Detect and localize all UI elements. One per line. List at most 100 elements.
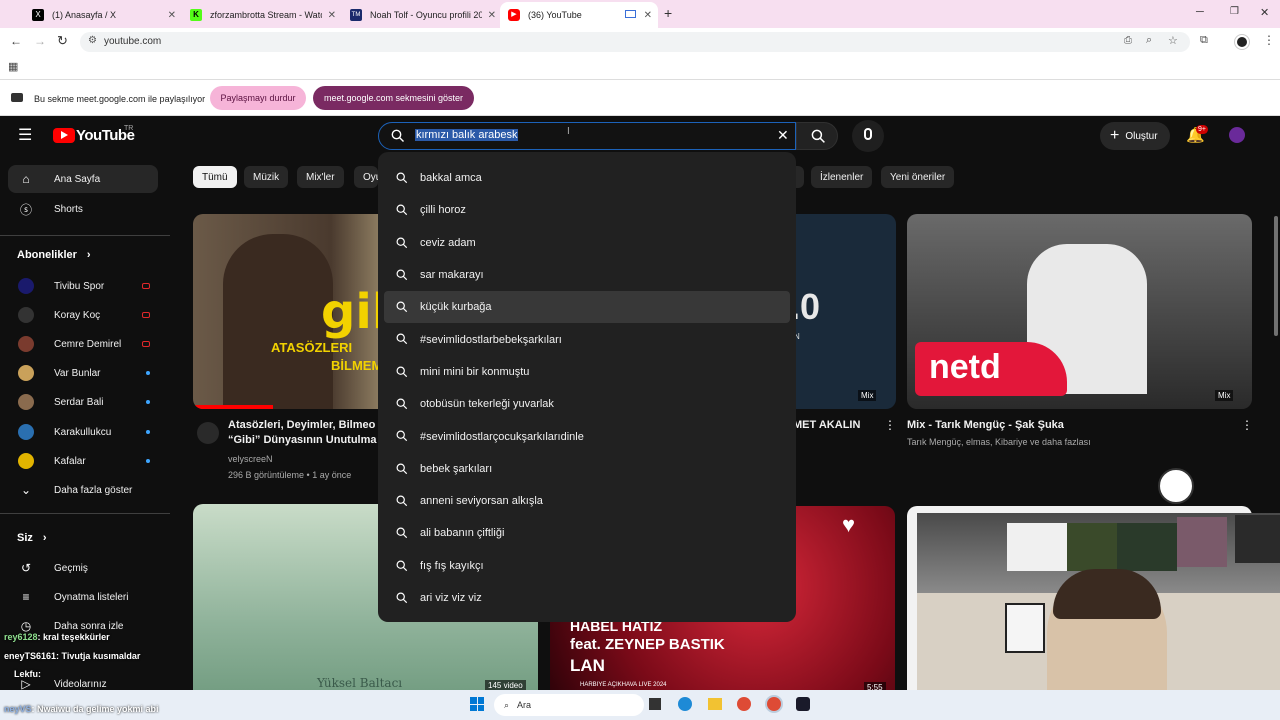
show-meet-tab-button[interactable]: meet.google.com sekmesini göster	[313, 86, 474, 110]
bookmark-star-icon[interactable]: ☆	[1168, 34, 1178, 47]
chip-music[interactable]: Müzik	[244, 166, 289, 188]
video-thumbnail[interactable]: .0 N Mix	[780, 214, 896, 409]
search-suggestion[interactable]: ali babanın çiftliği	[378, 517, 796, 549]
close-window-icon[interactable]: ✕	[1260, 6, 1269, 19]
site-info-icon[interactable]: ⚙	[88, 35, 97, 46]
channel-avatar[interactable]	[197, 422, 219, 444]
sidebar-item-subscription[interactable]: Tivibu Spor	[8, 272, 158, 300]
search-suggestion[interactable]: mini mini bir konmuştu	[378, 356, 796, 388]
browser-tab-youtube[interactable]: ▶ (36) YouTube ✕	[500, 2, 658, 28]
video-title[interactable]: MET AKALIN	[793, 418, 860, 433]
sidebar-item-subscription[interactable]: Var Bunlar	[8, 359, 158, 387]
search-suggestion[interactable]: sar makarayı	[378, 259, 796, 291]
search-button[interactable]	[796, 122, 838, 150]
voice-search-button[interactable]	[852, 120, 884, 152]
sidebar-item-label: Geçmiş	[54, 562, 88, 574]
transfermarkt-logo-icon: TM	[350, 9, 362, 21]
address-bar[interactable]: ⚙ youtube.com ⎙ ⌕ ☆	[80, 32, 1190, 52]
chip-gaming[interactable]: Oyu	[354, 166, 378, 188]
sidebar-item-home[interactable]: ⌂ Ana Sayfa	[8, 165, 158, 193]
search-suggestion[interactable]: çilli horoz	[378, 194, 796, 226]
suggestion-text: ali babanın çiftliği	[420, 527, 505, 540]
account-avatar[interactable]	[1229, 127, 1245, 143]
video-title[interactable]: Atasözleri, Deyimler, Bilmeo “Gibi” Düny…	[228, 418, 378, 448]
edge-icon[interactable]	[678, 697, 692, 711]
profile-avatar[interactable]	[1235, 35, 1249, 49]
guide-menu-icon[interactable]: ☰	[18, 125, 32, 145]
video-title[interactable]: Mix - Tarık Mengüç - Şak Şuka	[907, 418, 1064, 433]
close-tab-icon[interactable]: ✕	[644, 10, 652, 21]
zoom-icon[interactable]: ⌕	[1146, 34, 1152, 47]
close-tab-icon[interactable]: ✕	[488, 10, 496, 21]
clear-search-icon[interactable]: ✕	[777, 127, 789, 144]
search-suggestion[interactable]: küçük kurbağa	[384, 291, 790, 324]
chip-mixes[interactable]: Mix'ler	[297, 166, 344, 188]
search-suggestion[interactable]: anneni seviyorsan alkışla	[378, 485, 796, 517]
close-tab-icon[interactable]: ✕	[168, 10, 176, 21]
restore-icon[interactable]: ❐	[1230, 6, 1239, 17]
notification-badge: 9+	[1196, 125, 1208, 134]
search-suggestion[interactable]: otobüsün tekerleği yuvarlak	[378, 388, 796, 420]
page-scrollbar[interactable]	[1274, 216, 1278, 336]
youtube-logo-icon[interactable]	[53, 128, 75, 143]
search-suggestion[interactable]: bebek şarkıları	[378, 453, 796, 485]
new-tab-button[interactable]: +	[664, 5, 672, 21]
create-button[interactable]: + Oluştur	[1100, 122, 1170, 150]
stop-sharing-button[interactable]: Paylaşmayı durdur	[210, 86, 306, 110]
more-options-icon[interactable]: ⋮	[884, 418, 896, 432]
close-tab-icon[interactable]: ✕	[328, 10, 336, 21]
you-section-header[interactable]: Siz ›	[17, 532, 47, 544]
sidebar-item-shorts[interactable]: ⓢ Shorts	[8, 195, 158, 223]
sidebar-item-subscription[interactable]: Serdar Bali	[8, 388, 158, 416]
more-options-icon[interactable]: ⋮	[1241, 418, 1253, 432]
sidebar-item-subscription[interactable]: Koray Koç	[8, 301, 158, 329]
apps-grid-icon[interactable]: ▦	[8, 60, 18, 73]
suggestion-list: bakkal amca çilli horoz ceviz adam sar maka…	[378, 162, 796, 614]
install-app-icon[interactable]: ⎙	[1124, 35, 1132, 46]
sidebar-item-subscription[interactable]: Cemre Demirel	[8, 330, 158, 358]
browser-tab-kick[interactable]: K zforzambrotta Stream - Watch l ✕	[182, 4, 342, 26]
tab-sharing-bar: Bu sekme meet.google.com ile paylaşılıyo…	[0, 80, 1280, 116]
forward-icon[interactable]: →	[34, 34, 46, 48]
back-icon[interactable]: ←	[10, 34, 22, 48]
show-more-button[interactable]: ⌄ Daha fazla göster	[8, 476, 158, 504]
webcam-overlay	[917, 513, 1280, 720]
browser-tab-transfermarkt[interactable]: TM Noah Tolf - Oyuncu profili 2023 ✕	[342, 4, 502, 26]
search-suggestion[interactable]: bakkal amca	[378, 162, 796, 194]
search-icon	[396, 366, 408, 377]
sidebar-item-history[interactable]: ↺ Geçmiş	[8, 554, 158, 582]
video-thumbnail[interactable]: netd Mix	[907, 214, 1252, 409]
search-suggestion[interactable]: fış fış kayıkçı	[378, 550, 796, 582]
sidebar-item-playlists[interactable]: ≡ Oynatma listeleri	[8, 583, 158, 611]
start-button[interactable]	[470, 697, 484, 711]
browser-menu-icon[interactable]: ⋮	[1263, 33, 1275, 47]
x-logo-icon: X	[32, 9, 44, 21]
file-explorer-icon[interactable]	[708, 698, 722, 710]
app-icon[interactable]	[796, 697, 810, 711]
minimize-icon[interactable]: ─	[1196, 6, 1204, 18]
reload-icon[interactable]: ↻	[57, 33, 68, 49]
chip-all[interactable]: Tümü	[193, 166, 237, 188]
chrome-active-icon[interactable]	[767, 697, 781, 711]
chip-new-recommendations[interactable]: Yeni öneriler	[881, 166, 955, 188]
chrome-icon[interactable]	[737, 697, 751, 711]
wall-poster	[1177, 517, 1227, 567]
sidebar-item-subscription[interactable]: Kafalar	[8, 447, 158, 475]
channel-logo-icon: ♥	[842, 512, 856, 537]
task-view-icon[interactable]	[649, 698, 661, 710]
search-suggestion[interactable]: #sevimlidostlarbebekşarkıları	[378, 323, 796, 355]
browser-tab-x[interactable]: X (1) Anasayfa / X ✕	[24, 4, 182, 26]
kick-logo-icon: K	[190, 9, 202, 21]
search-suggestion[interactable]: #sevimlidostlarçocukşarkılarıdinle	[378, 420, 796, 452]
browser-tab-strip: X (1) Anasayfa / X ✕ K zforzambrotta Str…	[0, 0, 1280, 28]
chip-watched[interactable]: İzlenenler	[811, 166, 873, 188]
live-indicator-icon	[142, 341, 150, 347]
sidebar-item-subscription[interactable]: Karakullukcu	[8, 418, 158, 446]
search-suggestion[interactable]: ceviz adam	[378, 227, 796, 259]
search-input[interactable]: kırmızı balık arabesk ✕	[378, 122, 796, 150]
search-suggestion[interactable]: ari viz viz viz	[378, 582, 796, 614]
extensions-icon[interactable]: ⧉	[1200, 34, 1208, 47]
taskbar-search[interactable]: ⌕ Ara	[494, 694, 644, 716]
channel-name[interactable]: velyscreeN	[228, 454, 273, 464]
subscriptions-header[interactable]: Abonelikler ›	[17, 249, 91, 261]
